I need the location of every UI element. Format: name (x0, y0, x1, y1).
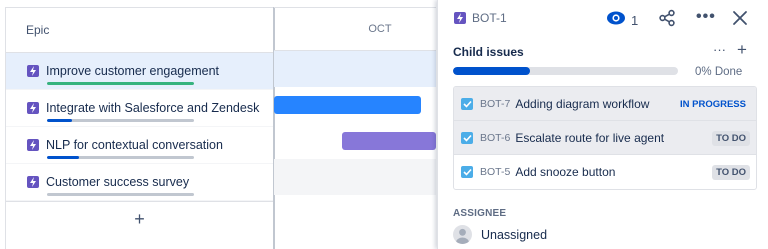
add-child-issue-button[interactable]: + (737, 40, 747, 60)
add-epic-label: + (134, 208, 145, 229)
epic-progress-fill (47, 82, 194, 85)
assignee-value: Unassigned (481, 227, 548, 242)
epic-icon (454, 12, 466, 24)
epic-icon (27, 65, 39, 77)
timeline-row (274, 87, 436, 123)
epic-column-header: Epic (6, 7, 273, 53)
timeline-header: OCT (274, 7, 436, 51)
issue-detail-panel: BOT-1 1 ••• Child issues ··· + 0% Done B… (437, 0, 768, 249)
more-actions-button[interactable]: ••• (696, 8, 716, 26)
checkbox-icon (461, 166, 473, 178)
child-issue-key[interactable]: BOT-7 (480, 98, 510, 110)
epic-progress-fill (47, 156, 80, 159)
child-issues-title: Child issues (453, 45, 524, 59)
status-badge[interactable]: TO DO (712, 131, 750, 146)
child-issues-progress-label: 0% Done (695, 66, 743, 78)
epic-label[interactable]: Improve customer engagement (46, 64, 219, 78)
epic-progress-bar (47, 193, 194, 196)
child-issue-row[interactable]: BOT-7 Adding diagram workflow IN PROGRES… (454, 87, 756, 121)
checkbox-icon (461, 131, 473, 144)
close-icon (732, 11, 748, 30)
epic-column: Epic Improve customer engagement Integra… (5, 7, 275, 249)
issue-key: BOT-1 (472, 11, 507, 25)
eye-icon (606, 10, 626, 31)
epic-row[interactable]: Improve customer engagement (6, 53, 273, 90)
child-issue-row[interactable]: BOT-6 Escalate route for live agent TO D… (454, 121, 756, 155)
epic-row[interactable]: Integrate with Salesforce and Zendesk (6, 90, 273, 127)
epic-progress-bar (47, 82, 194, 85)
child-issues-progress-fill (453, 67, 530, 75)
more-icon: ••• (696, 8, 716, 25)
child-issue-summary[interactable]: Add snooze button (515, 165, 615, 179)
epic-label[interactable]: Integrate with Salesforce and Zendesk (46, 101, 259, 115)
child-issues-progress-bar (453, 67, 678, 75)
child-issue-summary[interactable]: Escalate route for live agent (515, 131, 664, 145)
share-icon (658, 9, 676, 31)
status-badge[interactable]: IN PROGRESS (676, 97, 750, 112)
epic-progress-bar (47, 119, 194, 122)
epic-progress-bar (47, 156, 194, 159)
timeline-row (274, 159, 436, 195)
timeline-bar[interactable] (342, 132, 436, 150)
child-issue-key[interactable]: BOT-5 (480, 166, 510, 178)
child-issue-summary[interactable]: Adding diagram workflow (515, 97, 649, 111)
epic-icon (27, 102, 39, 114)
watch-button[interactable]: 1 (606, 10, 638, 31)
assignee-field[interactable]: Unassigned (453, 225, 547, 244)
roadmap: Epic Improve customer engagement Integra… (0, 0, 436, 249)
checkbox-icon (461, 97, 473, 110)
epic-progress-fill (47, 119, 72, 122)
month-label: OCT (368, 23, 392, 35)
status-badge[interactable]: TO DO (712, 165, 750, 180)
epic-icon (27, 176, 39, 188)
child-issue-row[interactable]: BOT-5 Add snooze button TO DO (454, 155, 756, 189)
assignee-label: ASSIGNEE (453, 208, 507, 219)
timeline-bar[interactable] (274, 96, 421, 114)
timeline-row (274, 51, 436, 87)
child-issues-more-button[interactable]: ··· (713, 42, 726, 57)
epic-icon (27, 139, 39, 151)
panel-header: BOT-1 1 ••• (438, 0, 768, 38)
epic-row[interactable]: Customer success survey (6, 164, 273, 201)
timeline: OCT (274, 7, 436, 249)
timeline-row (274, 123, 436, 159)
add-epic-button[interactable]: + (6, 201, 273, 236)
epic-label[interactable]: NLP for contextual conversation (46, 138, 223, 152)
child-issue-key[interactable]: BOT-6 (480, 132, 510, 144)
issue-key-link[interactable]: BOT-1 (454, 11, 507, 25)
child-issue-list: BOT-7 Adding diagram workflow IN PROGRES… (453, 86, 757, 190)
close-panel-button[interactable] (732, 10, 748, 31)
share-button[interactable] (658, 9, 676, 32)
epic-row[interactable]: NLP for contextual conversation (6, 127, 273, 164)
epic-label[interactable]: Customer success survey (46, 175, 189, 189)
epic-header-label: Epic (26, 23, 50, 37)
watch-count: 1 (631, 13, 639, 28)
avatar-icon (453, 225, 472, 244)
